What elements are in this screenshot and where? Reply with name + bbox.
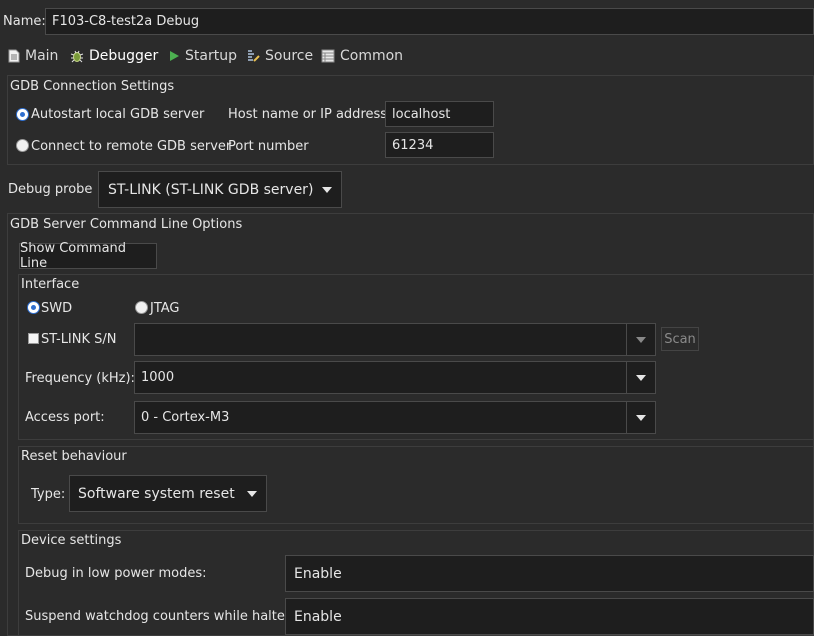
document-icon bbox=[8, 49, 20, 63]
reset-type-value: Software system reset bbox=[78, 485, 235, 502]
stlink-sn-label: ST-LINK S/N bbox=[41, 332, 117, 347]
chevron-down-icon bbox=[247, 491, 257, 497]
show-command-line-button[interactable]: Show Command Line bbox=[19, 241, 157, 271]
frequency-label: Frequency (kHz): bbox=[25, 371, 135, 386]
tab-source[interactable]: Source bbox=[246, 46, 313, 66]
watchdog-select[interactable]: Enable bbox=[285, 598, 814, 635]
autostart-radio[interactable] bbox=[16, 108, 29, 121]
stlink-sn-combo[interactable] bbox=[134, 323, 628, 356]
name-value: F103-C8-test2a Debug bbox=[52, 14, 200, 29]
frequency-dropdown-button[interactable] bbox=[626, 361, 656, 394]
interface-title: Interface bbox=[21, 277, 80, 292]
gdb-server-options-title: GDB Server Command Line Options bbox=[10, 217, 243, 232]
host-field[interactable]: localhost bbox=[385, 101, 494, 127]
swd-label: SWD bbox=[41, 301, 73, 316]
jtag-label: JTAG bbox=[150, 301, 180, 316]
tab-startup[interactable]: Startup bbox=[168, 46, 237, 66]
name-label: Name: bbox=[3, 14, 46, 29]
reset-type-select[interactable]: Software system reset bbox=[69, 475, 267, 512]
access-port-dropdown-button[interactable] bbox=[626, 401, 656, 434]
access-port-value: 0 - Cortex-M3 bbox=[141, 410, 230, 425]
chevron-down-icon bbox=[636, 336, 646, 343]
debug-probe-label: Debug probe bbox=[8, 182, 93, 197]
stlink-sn-checkbox[interactable] bbox=[28, 333, 39, 344]
frequency-value: 1000 bbox=[141, 370, 175, 385]
swd-radio[interactable] bbox=[27, 301, 40, 314]
tab-debugger-label: Debugger bbox=[89, 48, 159, 64]
low-power-label: Debug in low power modes: bbox=[25, 566, 207, 581]
debug-probe-select[interactable]: ST-LINK (ST-LINK GDB server) bbox=[98, 171, 342, 208]
show-command-line-label: Show Command Line bbox=[20, 241, 127, 271]
scan-button[interactable]: Scan bbox=[661, 327, 699, 351]
scan-label: Scan bbox=[664, 331, 696, 347]
stlink-sn-dropdown-button[interactable] bbox=[626, 323, 656, 356]
watchdog-label: Suspend watchdog counters while halted: bbox=[25, 609, 298, 624]
tab-source-label: Source bbox=[265, 48, 314, 64]
debug-probe-value: ST-LINK (ST-LINK GDB server) bbox=[108, 181, 314, 198]
tab-debugger[interactable]: Debugger bbox=[70, 46, 158, 66]
tab-startup-label: Startup bbox=[185, 48, 237, 64]
gdb-connection-title: GDB Connection Settings bbox=[10, 79, 175, 94]
reset-behaviour-title: Reset behaviour bbox=[21, 449, 127, 464]
watchdog-value: Enable bbox=[294, 608, 342, 625]
access-port-label: Access port: bbox=[25, 410, 105, 425]
jtag-radio[interactable] bbox=[135, 301, 148, 314]
bug-icon bbox=[70, 50, 84, 63]
access-port-combo[interactable]: 0 - Cortex-M3 bbox=[134, 401, 628, 434]
host-value: localhost bbox=[392, 106, 451, 122]
source-icon bbox=[248, 50, 260, 62]
common-icon bbox=[321, 49, 335, 63]
reset-type-label: Type: bbox=[31, 487, 66, 502]
remote-label: Connect to remote GDB server bbox=[31, 139, 232, 154]
tab-common-label: Common bbox=[340, 48, 404, 64]
low-power-select[interactable]: Enable bbox=[285, 555, 814, 592]
autostart-label: Autostart local GDB server bbox=[31, 107, 205, 122]
frequency-combo[interactable]: 1000 bbox=[134, 361, 628, 394]
chevron-down-icon bbox=[636, 374, 646, 381]
port-value: 61234 bbox=[392, 137, 434, 153]
port-field[interactable]: 61234 bbox=[385, 132, 494, 158]
device-settings-title: Device settings bbox=[21, 533, 122, 548]
chevron-down-icon bbox=[636, 414, 646, 421]
tab-common[interactable]: Common bbox=[321, 46, 403, 66]
tab-main[interactable]: Main bbox=[8, 46, 58, 66]
low-power-value: Enable bbox=[294, 565, 342, 582]
host-label: Host name or IP address bbox=[228, 107, 388, 122]
port-label: Port number bbox=[228, 139, 309, 154]
play-icon bbox=[170, 51, 179, 61]
remote-radio[interactable] bbox=[16, 139, 29, 152]
tab-main-label: Main bbox=[25, 48, 59, 64]
name-field[interactable]: F103-C8-test2a Debug bbox=[45, 8, 814, 35]
chevron-down-icon bbox=[322, 187, 332, 193]
